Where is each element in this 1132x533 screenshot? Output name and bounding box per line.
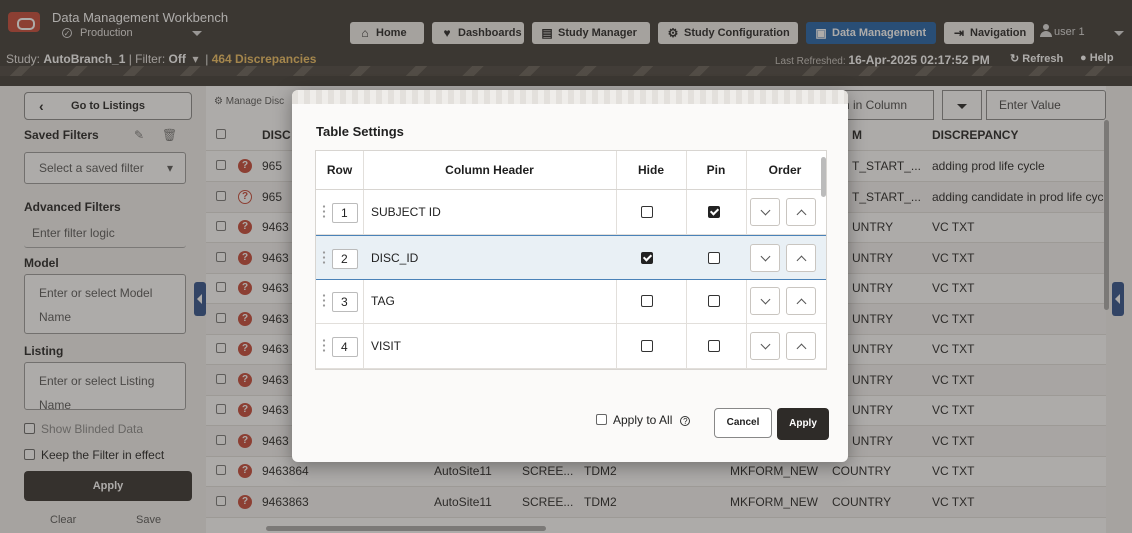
col-column-header: Column Header xyxy=(363,151,616,190)
settings-table: Row Column Header Hide Pin Order 1 SUBJEC… xyxy=(315,150,827,370)
row-number-input[interactable]: 4 xyxy=(332,336,358,357)
pin-checkbox[interactable] xyxy=(708,251,720,264)
column-header-name: DISC_ID xyxy=(371,250,419,265)
settings-row[interactable]: 3 TAG xyxy=(316,279,826,324)
pin-checkbox[interactable] xyxy=(708,206,720,218)
column-header-name: TAG xyxy=(371,294,395,308)
move-up-button[interactable] xyxy=(786,198,816,226)
hide-checkbox[interactable] xyxy=(641,295,653,307)
drag-handle-icon[interactable] xyxy=(322,204,326,218)
drag-handle-icon[interactable] xyxy=(322,293,326,307)
hide-checkbox[interactable] xyxy=(641,339,653,352)
col-hide: Hide xyxy=(616,151,686,190)
column-header-name: VISIT xyxy=(371,338,402,353)
move-up-button[interactable] xyxy=(786,243,816,272)
settings-row[interactable]: 4 VISIT xyxy=(316,324,826,369)
move-down-button[interactable] xyxy=(750,331,780,360)
drag-handle-icon[interactable] xyxy=(322,337,326,352)
move-down-button[interactable] xyxy=(750,287,780,315)
app-root: Data Management Workbench ✓ Production ⌂ H… xyxy=(0,0,1132,533)
pin-checkbox[interactable] xyxy=(708,339,720,352)
dialog-header-decoration xyxy=(292,90,848,104)
col-pin: Pin xyxy=(686,151,746,190)
settings-table-scrollbar[interactable] xyxy=(821,157,826,197)
hide-checkbox[interactable] xyxy=(641,206,653,218)
apply-button[interactable]: Apply xyxy=(777,408,829,440)
apply-to-all-checkbox[interactable]: Apply to All? xyxy=(596,413,691,427)
move-up-button[interactable] xyxy=(786,287,816,315)
checkbox-box xyxy=(596,414,607,425)
col-order: Order xyxy=(746,151,824,190)
settings-row[interactable]: 1 SUBJECT ID xyxy=(316,190,826,235)
table-settings-dialog: Table Settings Row Column Header Hide Pi… xyxy=(292,90,848,462)
settings-row[interactable]: 2 DISC_ID xyxy=(316,234,826,280)
row-number-input[interactable]: 1 xyxy=(332,203,358,223)
move-up-button[interactable] xyxy=(786,331,816,360)
row-number-input[interactable]: 2 xyxy=(332,248,358,269)
col-row: Row xyxy=(316,151,363,190)
move-down-button[interactable] xyxy=(750,243,780,272)
cancel-button[interactable]: Cancel xyxy=(714,408,772,438)
apply-to-all-label: Apply to All xyxy=(613,413,673,427)
help-icon[interactable]: ? xyxy=(680,416,691,426)
hide-checkbox[interactable] xyxy=(641,251,653,264)
row-number-input[interactable]: 3 xyxy=(332,292,358,312)
dialog-title: Table Settings xyxy=(316,124,404,139)
move-down-button[interactable] xyxy=(750,198,780,226)
drag-handle-icon[interactable] xyxy=(322,249,326,264)
column-header-name: SUBJECT ID xyxy=(371,205,441,219)
pin-checkbox[interactable] xyxy=(708,295,720,307)
